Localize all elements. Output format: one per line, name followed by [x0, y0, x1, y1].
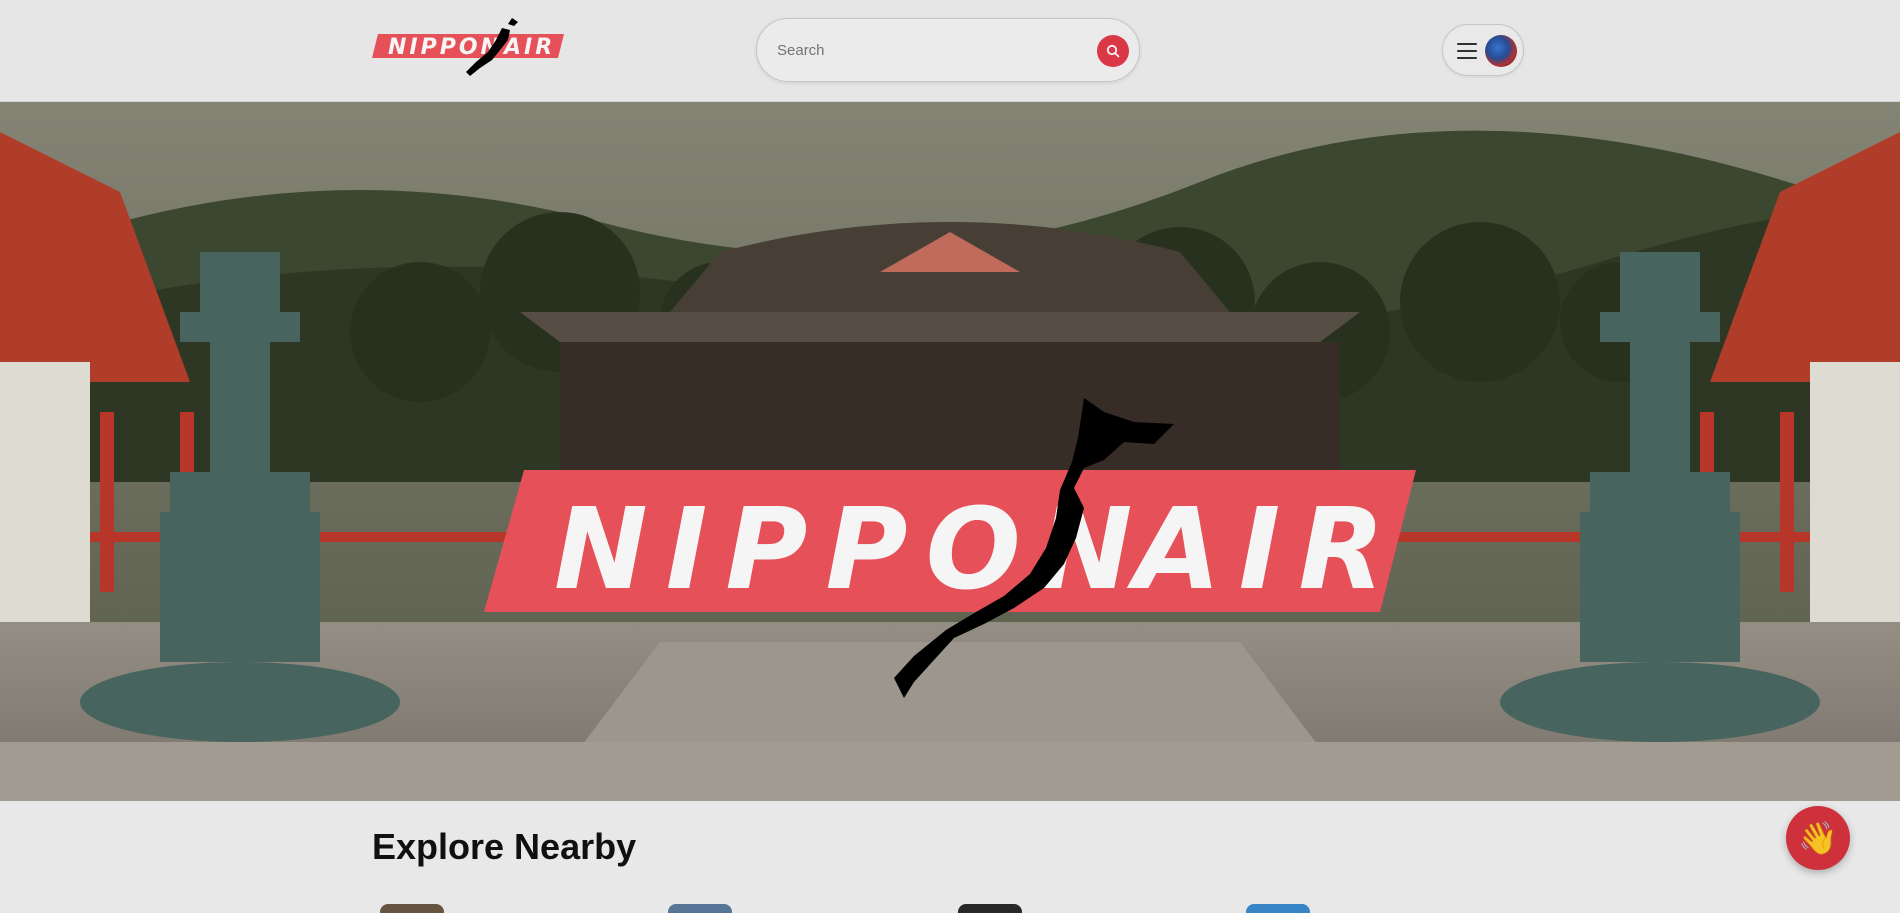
waving-hand-icon: 👋: [1798, 820, 1838, 856]
site-logo[interactable]: NIPPON AIR: [372, 16, 568, 80]
user-menu-button[interactable]: [1442, 24, 1524, 76]
explore-card-thumb[interactable]: [668, 904, 732, 913]
explore-card-thumb[interactable]: [1246, 904, 1310, 913]
explore-card-thumb[interactable]: [958, 904, 1022, 913]
user-avatar: [1485, 35, 1517, 67]
search-bar: [756, 18, 1140, 82]
site-header: NIPPON AIR: [0, 0, 1900, 102]
search-input[interactable]: [777, 35, 1077, 65]
explore-card-thumb[interactable]: [380, 904, 444, 913]
logo-word-air: AIR: [502, 35, 555, 60]
explore-nearby-heading: Explore Nearby: [372, 826, 637, 867]
hero-logo-word-air: AIR: [1126, 485, 1403, 615]
hamburger-icon: [1457, 43, 1477, 59]
chat-wave-button[interactable]: 👋: [1786, 806, 1850, 870]
search-button[interactable]: [1097, 35, 1129, 67]
hero-logo: NIPPON AIR: [484, 398, 1416, 698]
search-icon: [1106, 44, 1120, 58]
hero-banner: NIPPON AIR: [0, 102, 1900, 801]
